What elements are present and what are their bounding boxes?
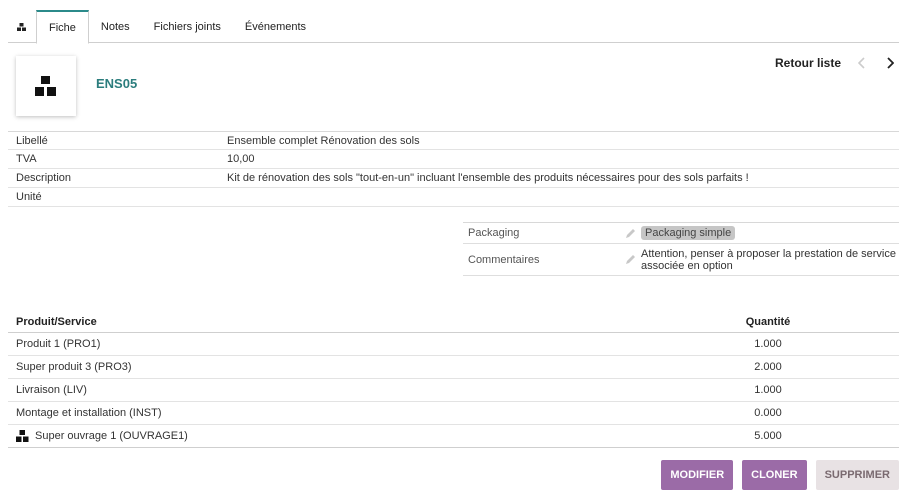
tab-fiche[interactable]: Fiche	[36, 10, 89, 44]
back-to-list-link[interactable]: Retour liste	[775, 56, 841, 70]
clone-button[interactable]: CLONER	[742, 460, 807, 490]
object-icon	[35, 76, 56, 96]
tab-object[interactable]	[8, 10, 36, 43]
field-value: Kit de rénovation des sols "tout-en-un" …	[227, 172, 749, 184]
column-header-quantity: Quantité	[745, 316, 791, 328]
line-quantity: 1.000	[754, 338, 782, 350]
field-label: Libellé	[16, 134, 48, 147]
field-row-vat: TVA 10,00	[8, 150, 899, 169]
object-reference: ENS05	[96, 76, 138, 91]
object-thumbnail	[16, 56, 76, 116]
line-quantity: 1.000	[754, 384, 782, 396]
field-row-label: Libellé Ensemble complet Rénovation des …	[8, 131, 899, 150]
line-quantity: 2.000	[754, 361, 782, 373]
comment-text: Attention, penser à proposer la prestati…	[641, 247, 896, 272]
table-row[interactable]: Super ouvrage 1 (OUVRAGE1) 5.000	[8, 425, 899, 448]
record-navigation: Retour liste	[775, 56, 897, 70]
object-icon	[16, 430, 29, 442]
pencil-icon[interactable]	[623, 226, 637, 240]
field-label: TVA	[16, 153, 37, 165]
lines-header: Produit/Service Quantité	[8, 312, 899, 333]
extra-fields: Packaging Packaging simple Commentaires …	[463, 222, 899, 276]
extra-label: Commentaires	[468, 253, 540, 266]
field-label: Unité	[16, 191, 42, 203]
tab-notes[interactable]: Notes	[89, 10, 142, 43]
tab-events[interactable]: Événements	[233, 10, 318, 43]
object-icon	[17, 22, 26, 31]
tab-attachments[interactable]: Fichiers joints	[142, 10, 233, 43]
fields-table: Libellé Ensemble complet Rénovation des …	[8, 131, 899, 207]
chevron-left-icon[interactable]	[855, 56, 869, 70]
extra-row-packaging: Packaging Packaging simple	[463, 222, 899, 244]
field-value: 10,00	[227, 153, 255, 165]
action-buttons: MODIFIER CLONER SUPPRIMER	[661, 460, 899, 490]
extra-row-comment: Commentaires Attention, penser à propose…	[463, 244, 899, 276]
table-row[interactable]: Montage et installation (INST) 0.000	[8, 402, 899, 425]
packaging-badge: Packaging simple	[641, 226, 736, 240]
field-label: Description	[16, 172, 72, 184]
line-product[interactable]: Montage et installation (INST)	[8, 407, 708, 419]
tab-bar: Fiche Notes Fichiers joints Événements	[8, 10, 899, 44]
chevron-right-icon[interactable]	[883, 56, 897, 70]
modify-button[interactable]: MODIFIER	[661, 460, 734, 490]
extra-label: Packaging	[468, 227, 520, 239]
field-row-unit: Unité	[8, 188, 899, 207]
field-row-description: Description Kit de rénovation des sols "…	[8, 169, 899, 188]
line-quantity: 5.000	[754, 430, 782, 442]
line-product[interactable]: Produit 1 (PRO1)	[8, 338, 708, 350]
line-product[interactable]: Super ouvrage 1 (OUVRAGE1)	[35, 430, 188, 442]
line-product[interactable]: Livraison (LIV)	[8, 384, 708, 396]
delete-button[interactable]: SUPPRIMER	[815, 460, 899, 490]
line-product[interactable]: Super produit 3 (PRO3)	[8, 361, 708, 373]
table-row[interactable]: Produit 1 (PRO1) 1.000	[8, 333, 899, 356]
field-value: Ensemble complet Rénovation des sols	[227, 134, 420, 147]
lines-table: Produit/Service Quantité Produit 1 (PRO1…	[8, 312, 899, 448]
column-header-product: Produit/Service	[16, 316, 97, 328]
table-row[interactable]: Livraison (LIV) 1.000	[8, 379, 899, 402]
pencil-icon[interactable]	[623, 253, 637, 267]
line-product-cell[interactable]: Super ouvrage 1 (OUVRAGE1)	[8, 430, 708, 442]
line-quantity: 0.000	[754, 407, 782, 419]
table-row[interactable]: Super produit 3 (PRO3) 2.000	[8, 356, 899, 379]
